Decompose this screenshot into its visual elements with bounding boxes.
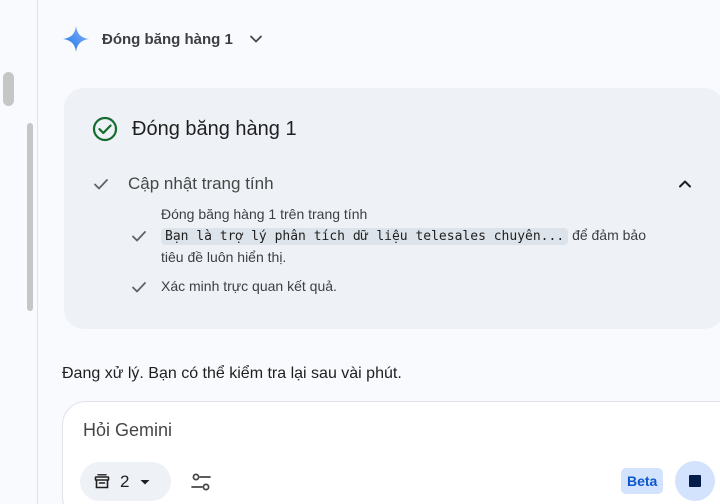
substep-line: Đóng băng hàng 1 trên trang tính bbox=[161, 206, 368, 222]
task-progress-card: Đóng băng hàng 1 Cập nhật trang tính Đón… bbox=[64, 88, 720, 329]
substep-verify: Xác minh trực quan kết quả. bbox=[130, 276, 670, 297]
task-header: Đóng băng hàng 1 bbox=[92, 116, 297, 142]
task-title: Đóng băng hàng 1 bbox=[132, 117, 297, 140]
substep-line-suffix: để đảm bảo bbox=[572, 227, 647, 243]
caret-down-icon bbox=[140, 479, 150, 484]
substep-text: Xác minh trực quan kết quả. bbox=[161, 278, 337, 294]
scrollbar-thumb-secondary[interactable] bbox=[27, 123, 33, 311]
prompt-placeholder[interactable]: Hỏi Gemini bbox=[83, 420, 172, 441]
check-circle-icon bbox=[92, 116, 118, 142]
chevron-down-icon[interactable] bbox=[247, 30, 265, 48]
stack-icon bbox=[94, 473, 110, 488]
gemini-spark-icon bbox=[63, 26, 89, 52]
sources-count: 2 bbox=[120, 471, 130, 491]
step-label: Cập nhật trang tính bbox=[128, 174, 274, 193]
status-message: Đang xử lý. Bạn có thể kiểm tra lại sau … bbox=[62, 365, 402, 382]
stop-button[interactable] bbox=[675, 461, 715, 501]
substep-text: Đóng băng hàng 1 trên trang tính Bạn là … bbox=[161, 204, 646, 268]
sources-count-button[interactable]: 2 bbox=[80, 462, 171, 501]
check-icon bbox=[132, 282, 146, 293]
conversation-title: Đóng băng hàng 1 bbox=[102, 30, 233, 48]
substep-line: tiêu đề luôn hiển thị. bbox=[161, 249, 287, 265]
chevron-up-icon[interactable] bbox=[676, 175, 694, 193]
substep-freeze-row: Đóng băng hàng 1 trên trang tính Bạn là … bbox=[130, 204, 670, 268]
check-icon bbox=[94, 179, 108, 190]
scrollbar-thumb[interactable] bbox=[3, 72, 14, 106]
conversation-header[interactable]: Đóng băng hàng 1 bbox=[62, 22, 265, 56]
prompt-input-box[interactable]: Hỏi Gemini 2 Beta bbox=[62, 401, 720, 504]
beta-badge: Beta bbox=[621, 468, 664, 494]
tools-tune-icon[interactable] bbox=[189, 470, 213, 494]
left-panel-strip bbox=[0, 0, 38, 504]
stop-icon bbox=[689, 475, 701, 487]
sheet-name-code: Bạn là trợ lý phân tích dữ liệu telesale… bbox=[161, 228, 569, 245]
step-update-sheet[interactable]: Cập nhật trang tính bbox=[92, 172, 694, 196]
check-icon bbox=[132, 231, 146, 242]
